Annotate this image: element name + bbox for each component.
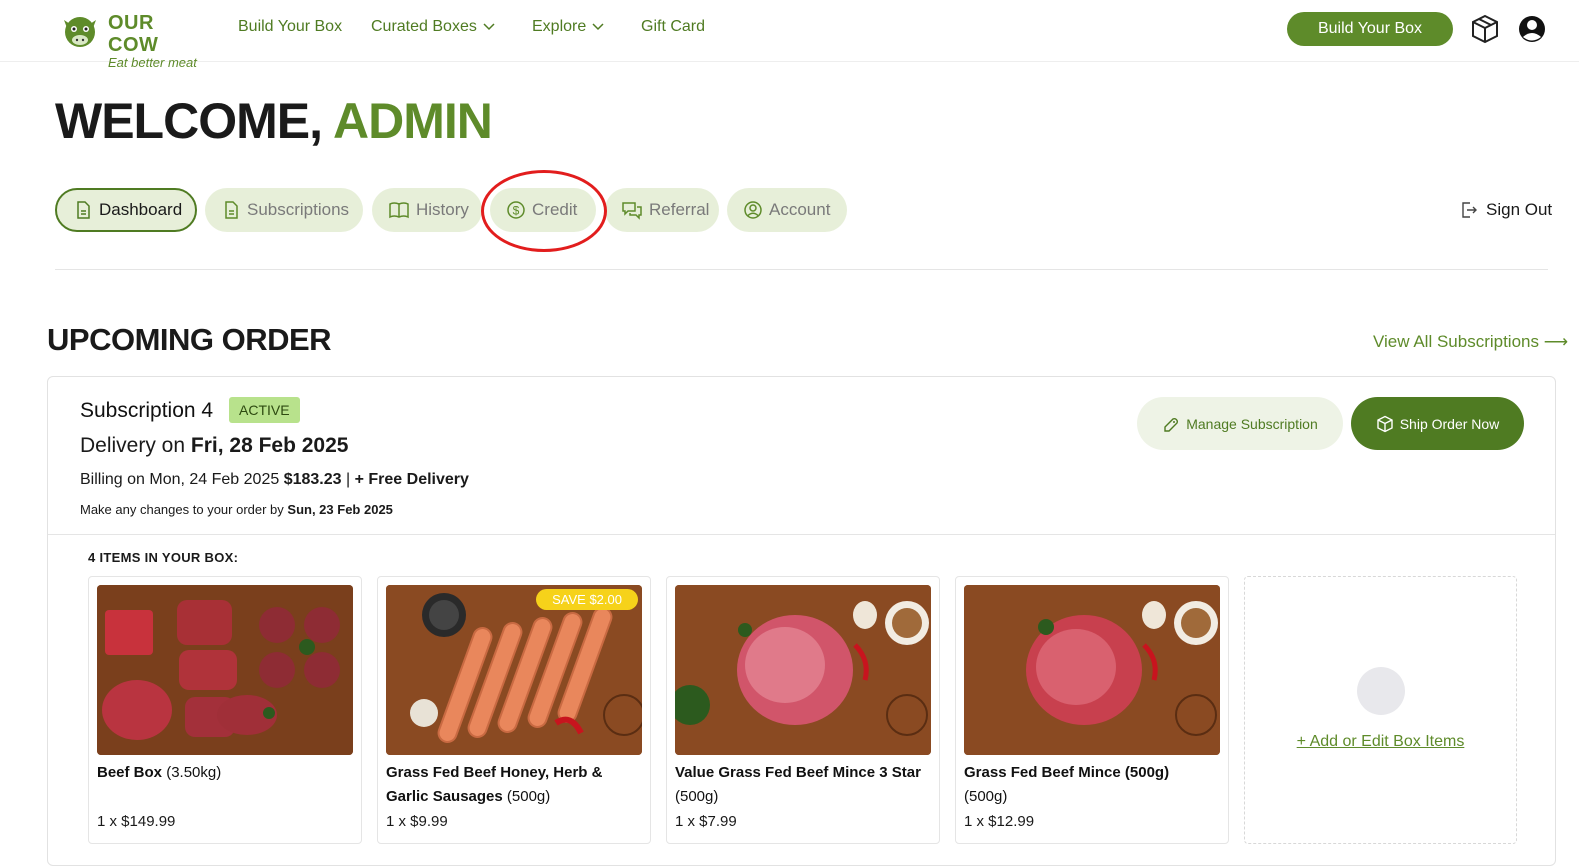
logout-icon xyxy=(1462,202,1477,218)
logo[interactable]: OUR COW Eat better meat xyxy=(58,8,208,70)
tab-history[interactable]: History xyxy=(372,188,482,232)
manage-subscription-label: Manage Subscription xyxy=(1186,415,1318,432)
welcome-prefix: WELCOME, xyxy=(55,93,323,149)
add-edit-box-items-card[interactable]: + Add or Edit Box Items xyxy=(1244,576,1517,844)
status-badge: ACTIVE xyxy=(229,397,300,423)
book-icon xyxy=(389,202,409,219)
product-name: Grass Fed Beef Honey, Herb & Garlic Saus… xyxy=(386,761,648,809)
items-count-label: 4 ITEMS IN YOUR BOX: xyxy=(88,550,239,565)
subscription-name: Subscription 4 xyxy=(80,399,214,422)
document-icon xyxy=(77,201,90,219)
nav-label: Build Your Box xyxy=(238,18,343,35)
tab-label: History xyxy=(416,200,469,219)
delivery-info: Delivery on Fri, 28 Feb 2025 xyxy=(80,434,348,458)
box-icon xyxy=(1377,415,1393,432)
box-icon[interactable] xyxy=(1469,13,1501,45)
nav-label: Curated Boxes xyxy=(371,18,477,35)
box-item[interactable]: SAVE $2.00 Grass Fed Beef Honey, Herb & … xyxy=(377,576,651,844)
add-edit-box-items-link[interactable]: + Add or Edit Box Items xyxy=(1245,733,1516,751)
welcome-name: ADMIN xyxy=(333,93,493,149)
box-item[interactable]: Value Grass Fed Beef Mince 3 Star (500g)… xyxy=(666,576,940,844)
tab-subscriptions[interactable]: Subscriptions xyxy=(205,188,363,232)
box-item[interactable]: Beef Box (3.50kg) 1 x $149.99 xyxy=(88,576,362,844)
product-image xyxy=(675,585,931,755)
tab-dashboard[interactable]: Dashboard xyxy=(55,188,197,232)
chat-bubbles-icon xyxy=(622,202,642,220)
delivery-date: Fri, 28 Feb 2025 xyxy=(190,434,349,457)
nav-label: Gift Card xyxy=(641,18,706,35)
box-item[interactable]: Grass Fed Beef Mince (500g) (500g) 1 x $1… xyxy=(955,576,1229,844)
product-title: Grass Fed Beef Mince (500g) xyxy=(964,764,1170,781)
document-icon xyxy=(225,201,238,219)
sign-out-label: Sign Out xyxy=(1486,200,1553,219)
tab-label: Subscriptions xyxy=(247,200,350,219)
product-image xyxy=(97,585,353,755)
product-price: 1 x $12.99 xyxy=(964,813,1035,830)
placeholder-circle xyxy=(1357,667,1405,715)
delivery-prefix: Delivery on xyxy=(80,434,186,457)
product-name: Value Grass Fed Beef Mince 3 Star (500g) xyxy=(675,761,937,809)
billing-delivery: + Free Delivery xyxy=(354,471,469,488)
product-size: (500g) xyxy=(964,788,1008,805)
subscription-card: Subscription 4 ACTIVE Delivery on Fri, 2… xyxy=(47,376,1556,866)
nav-explore[interactable]: Explore xyxy=(532,18,604,36)
view-all-subscriptions-link[interactable]: View All Subscriptions ⟶ xyxy=(1373,332,1568,352)
cow-logo-icon xyxy=(64,17,96,47)
product-size: (3.50kg) xyxy=(166,764,222,781)
billing-separator: | xyxy=(346,471,351,488)
product-image xyxy=(964,585,1220,755)
divider xyxy=(55,269,1548,270)
edit-tag-icon xyxy=(1164,417,1179,432)
welcome-heading: WELCOME, ADMIN xyxy=(55,92,493,150)
changes-date: Sun, 23 Feb 2025 xyxy=(287,502,393,517)
upcoming-order-title: UPCOMING ORDER xyxy=(47,322,332,357)
product-size: (500g) xyxy=(506,788,551,805)
billing-amount: $183.23 xyxy=(283,471,342,488)
product-title: Beef Box xyxy=(97,764,163,781)
logo-tagline: Eat better meat xyxy=(108,55,197,70)
sign-out-button[interactable]: Sign Out xyxy=(1460,200,1552,220)
product-name: Beef Box (3.50kg) xyxy=(97,761,359,785)
card-divider xyxy=(48,534,1555,535)
logo-text: OUR COW Eat better meat xyxy=(108,12,208,70)
product-size: (500g) xyxy=(675,788,719,805)
manage-subscription-button[interactable]: Manage Subscription xyxy=(1137,397,1343,450)
billing-info: Billing on Mon, 24 Feb 2025 $183.23 | + … xyxy=(80,471,469,489)
chevron-down-icon xyxy=(483,23,495,30)
product-name: Grass Fed Beef Mince (500g) (500g) xyxy=(964,761,1226,809)
product-price: 1 x $149.99 xyxy=(97,813,176,830)
top-navigation: OUR COW Eat better meat Build Your Box C… xyxy=(0,0,1579,70)
product-image xyxy=(386,585,642,755)
product-title: Value Grass Fed Beef Mince 3 Star xyxy=(675,764,921,781)
save-badge: SAVE $2.00 xyxy=(536,589,638,610)
tab-label: Referral xyxy=(649,200,710,219)
changes-prefix: Make any changes to your order by xyxy=(80,502,284,517)
tab-referral[interactable]: Referral xyxy=(605,188,719,232)
logo-title: OUR COW xyxy=(108,12,159,56)
tab-account[interactable]: Account xyxy=(727,188,847,232)
ship-order-now-button[interactable]: Ship Order Now xyxy=(1351,397,1524,450)
nav-label: Explore xyxy=(532,18,587,35)
build-your-box-button[interactable]: Build Your Box xyxy=(1287,12,1453,46)
product-title: Grass Fed Beef Honey, Herb & Garlic Saus… xyxy=(386,764,603,805)
tab-label: Dashboard xyxy=(99,200,183,219)
nav-gift-card[interactable]: Gift Card xyxy=(641,18,705,36)
chevron-down-icon xyxy=(592,23,604,30)
tab-label: Account xyxy=(769,200,831,219)
nav-curated-boxes[interactable]: Curated Boxes xyxy=(371,18,495,36)
product-price: 1 x $7.99 xyxy=(675,813,737,830)
ship-order-now-label: Ship Order Now xyxy=(1399,415,1500,432)
user-account-icon[interactable] xyxy=(1516,13,1548,45)
changes-deadline: Make any changes to your order by Sun, 2… xyxy=(80,502,393,517)
nav-build-your-box[interactable]: Build Your Box xyxy=(238,18,342,36)
highlight-annotation-circle xyxy=(481,170,607,252)
product-price: 1 x $9.99 xyxy=(386,813,448,830)
billing-prefix: Billing on Mon, 24 Feb 2025 xyxy=(80,471,280,488)
user-circle-icon xyxy=(744,201,762,219)
